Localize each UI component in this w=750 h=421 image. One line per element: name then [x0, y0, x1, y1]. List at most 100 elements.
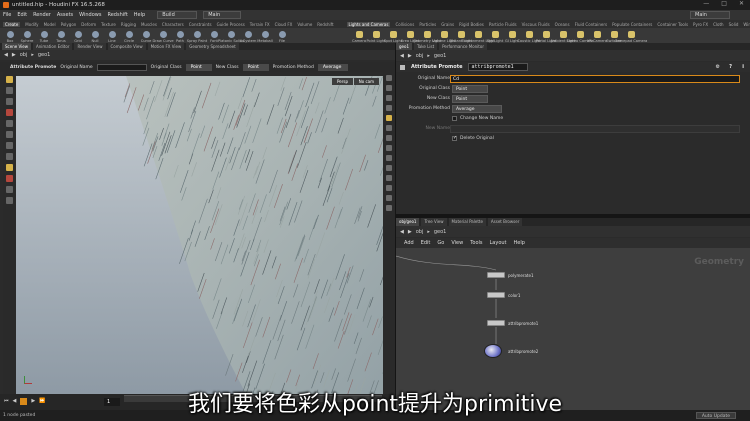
snap-grid-icon[interactable]	[386, 175, 392, 181]
wireframe-icon[interactable]	[386, 95, 392, 101]
node-polymerate1[interactable]	[487, 272, 505, 278]
net-menu-add[interactable]: Add	[404, 240, 414, 246]
path-geo1[interactable]: geo1	[434, 229, 447, 235]
shelf-tab[interactable]: Create	[3, 21, 21, 27]
forward-icon[interactable]: ▶	[408, 229, 412, 235]
path-obj[interactable]: obj	[416, 229, 424, 235]
handle-tool-icon[interactable]	[6, 131, 13, 138]
tab-take-list[interactable]: Take List	[414, 43, 438, 50]
frame-all-icon[interactable]	[386, 195, 392, 201]
shelf-tab[interactable]: Modify	[25, 22, 38, 27]
original-name-input[interactable]: Cd	[450, 75, 740, 83]
shelf-tool[interactable]: Draw Curve	[152, 31, 174, 43]
shelf-tab[interactable]: Deform	[81, 22, 96, 27]
net-menu-view[interactable]: View	[451, 240, 463, 246]
shelf-tab[interactable]: Grains	[441, 22, 454, 27]
view-tool-icon[interactable]	[6, 153, 13, 160]
shelf-tab[interactable]: Oceans	[555, 22, 570, 27]
snap-tool-icon[interactable]	[6, 164, 13, 171]
shelf-tool[interactable]: Grid	[71, 31, 85, 43]
shelf-tool[interactable]: Curve	[139, 31, 153, 43]
minimize-button[interactable]: —	[703, 0, 709, 7]
node-attribpromote2[interactable]	[484, 344, 502, 358]
main-selector-right[interactable]: Main	[690, 11, 730, 19]
shelf-tab[interactable]: Muscles	[141, 22, 157, 27]
change-new-name-checkbox[interactable]	[452, 116, 457, 121]
lighting-icon[interactable]	[386, 115, 392, 121]
forward-icon[interactable]: ▶	[408, 53, 412, 59]
gear-icon[interactable]: ⚙	[716, 64, 720, 70]
path-geo1[interactable]: geo1	[434, 53, 447, 59]
light-tool-icon[interactable]	[6, 197, 13, 204]
camera-badge[interactable]: No cam	[353, 78, 379, 85]
shelf-tool[interactable]: Box	[3, 31, 17, 43]
original-name-field[interactable]	[96, 63, 147, 71]
shelf-tool[interactable]: Null	[88, 31, 102, 43]
camera-lock-icon[interactable]	[386, 185, 392, 191]
shaded-icon[interactable]	[386, 105, 392, 111]
shelf-tab[interactable]: Particles	[419, 22, 436, 27]
grid-icon[interactable]	[386, 145, 392, 151]
original-class-menu[interactable]: Point	[185, 63, 212, 71]
ghost-icon[interactable]	[386, 85, 392, 91]
shelf-tab[interactable]: Guide Process	[217, 22, 245, 27]
back-icon[interactable]: ◀	[400, 229, 404, 235]
shelf-tab[interactable]: Redshift	[317, 22, 333, 27]
help-icon[interactable]: ?	[729, 64, 732, 70]
magnet-tool-icon[interactable]	[6, 175, 13, 182]
new-class-menu[interactable]: Point	[452, 95, 488, 103]
tab-geometry-spreadsheet[interactable]: Geometry Spreadsheet	[186, 43, 239, 50]
tab-motion-fx-view[interactable]: Motion FX View	[147, 43, 185, 50]
node-color1[interactable]	[487, 292, 505, 298]
points-icon[interactable]	[386, 125, 392, 131]
shelf-tool[interactable]: Stereo Camera	[567, 31, 593, 43]
shelf-tab[interactable]: Collisions	[395, 22, 414, 27]
menu-redshift[interactable]: Redshift	[107, 12, 127, 18]
shelf-tool[interactable]: Path	[173, 31, 187, 43]
shelf-tool[interactable]: Platonic Solids	[218, 31, 244, 43]
tab-asset-browser[interactable]: Asset Browser	[487, 218, 523, 226]
net-menu-edit[interactable]: Edit	[421, 240, 431, 246]
desktop-selector[interactable]: Build	[157, 11, 198, 19]
shelf-tool[interactable]: Point Light	[366, 31, 386, 43]
shelf-tab[interactable]: Particle Fluids	[489, 22, 517, 27]
shelf-tab[interactable]: Pyro FX	[693, 22, 708, 27]
shelf-tool[interactable]: Circle	[122, 31, 136, 43]
select-tool-icon[interactable]	[6, 76, 13, 83]
tab-performance-monitor[interactable]: Performance Monitor	[439, 43, 487, 50]
original-class-menu[interactable]: Point	[452, 85, 488, 93]
node-attribpromote1[interactable]	[487, 320, 505, 326]
promotion-method-menu[interactable]: Average	[317, 63, 348, 71]
pose-tool-icon[interactable]	[6, 120, 13, 127]
net-menu-go[interactable]: Go	[437, 240, 444, 246]
net-menu-help[interactable]: Help	[514, 240, 525, 246]
tab-network[interactable]: obj/geo1	[396, 218, 420, 226]
render-icon[interactable]	[386, 205, 392, 211]
path-geo1[interactable]: geo1	[38, 52, 51, 58]
display-options-icon[interactable]	[386, 75, 392, 81]
net-menu-tools[interactable]: Tools	[470, 240, 482, 246]
3d-viewport[interactable]: Persp No cam	[16, 76, 383, 394]
shelf-tool[interactable]: Spray Paint	[187, 31, 207, 43]
shelf-tab[interactable]: Container Tools	[657, 22, 688, 27]
shelf-tab[interactable]: Solid	[729, 22, 739, 27]
shelf-tab[interactable]: Populate Containers	[612, 22, 652, 27]
guides-icon[interactable]	[386, 155, 392, 161]
rotate-tool-icon[interactable]	[6, 98, 13, 105]
shelf-tab[interactable]: Rigid Bodies	[459, 22, 484, 27]
main-selector[interactable]: Main	[203, 11, 242, 19]
maximize-button[interactable]: □	[721, 0, 727, 7]
camera-tool-icon[interactable]	[6, 186, 13, 193]
menu-assets[interactable]: Assets	[57, 12, 73, 18]
shelf-tab[interactable]: Terrain FX	[250, 22, 270, 27]
shelf-tool[interactable]: Camera	[352, 31, 366, 43]
shelf-tool[interactable]: VR Camera	[587, 31, 607, 43]
back-icon[interactable]: ◀	[400, 53, 404, 59]
shelf-tool[interactable]: Gamepad Camera	[615, 31, 647, 43]
shelf-tab[interactable]: Rigging	[121, 22, 136, 27]
pane-divider[interactable]	[396, 214, 750, 218]
menu-windows[interactable]: Windows	[79, 12, 101, 18]
forward-icon[interactable]: ▶	[12, 52, 16, 58]
node-name-field[interactable]: attribpromote1	[468, 63, 529, 71]
back-icon[interactable]: ◀	[4, 52, 8, 58]
